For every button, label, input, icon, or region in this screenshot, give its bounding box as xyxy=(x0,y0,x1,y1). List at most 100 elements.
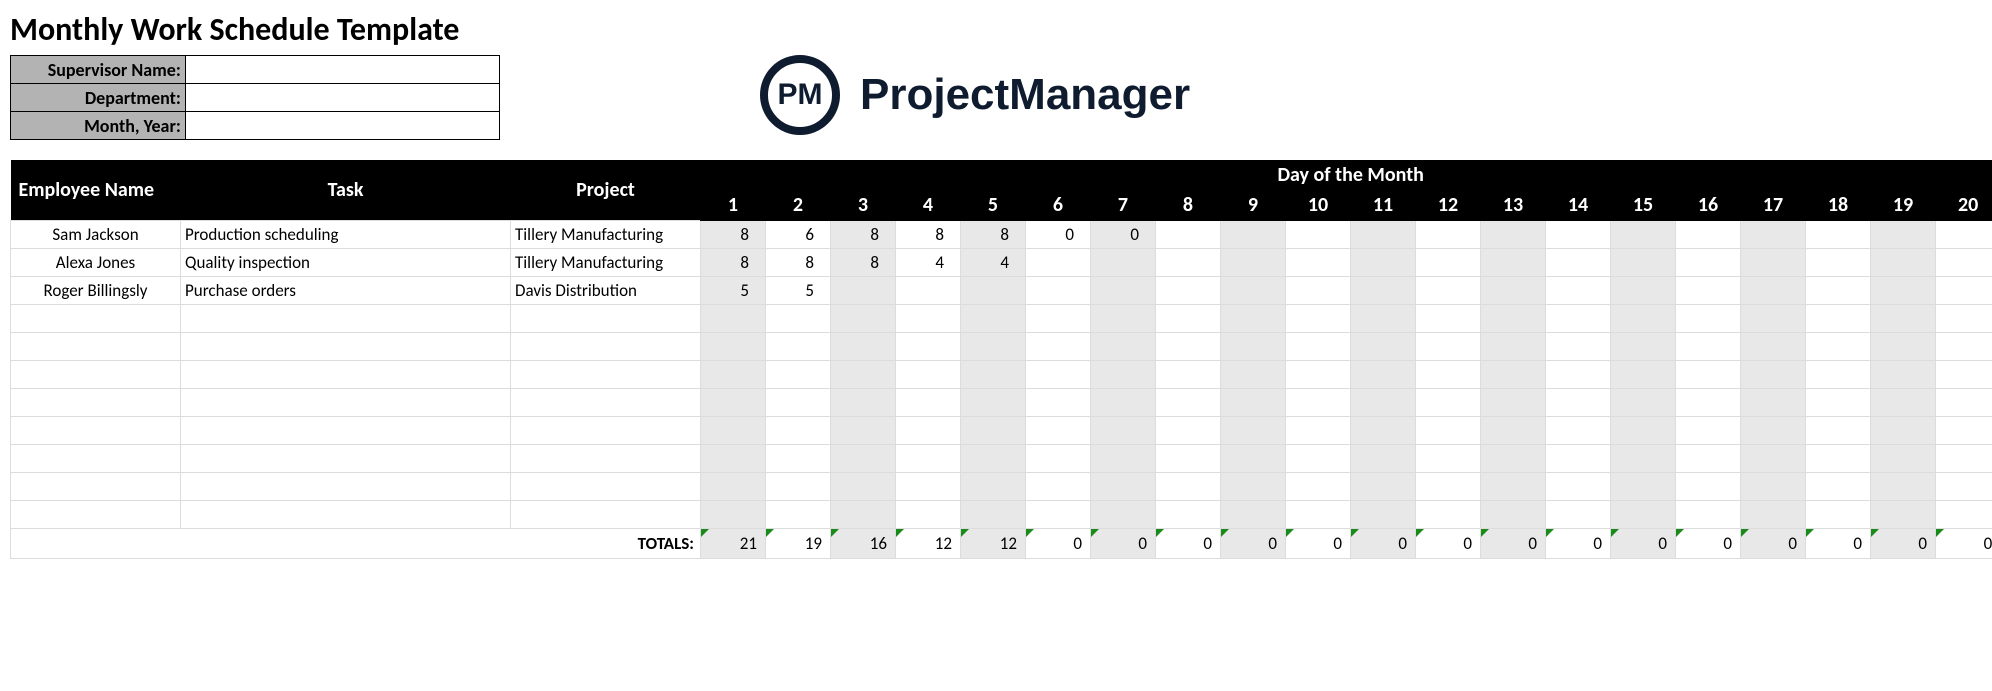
day-input[interactable] xyxy=(1222,306,1277,331)
day-cell[interactable] xyxy=(1936,220,1992,248)
day-cell[interactable] xyxy=(1806,416,1871,444)
task-input[interactable] xyxy=(185,390,509,415)
day-cell[interactable] xyxy=(701,304,766,332)
day-input[interactable] xyxy=(1612,306,1667,331)
day-input[interactable] xyxy=(1482,334,1537,359)
day-cell[interactable] xyxy=(1481,444,1546,472)
day-cell[interactable] xyxy=(896,248,961,276)
department-input[interactable] xyxy=(190,86,495,109)
day-input[interactable] xyxy=(1807,306,1862,331)
day-input[interactable] xyxy=(1157,306,1212,331)
day-input[interactable] xyxy=(1547,474,1602,499)
day-cell[interactable] xyxy=(1481,220,1546,248)
employee-input[interactable] xyxy=(12,334,179,359)
day-input[interactable] xyxy=(1742,502,1797,527)
day-input[interactable] xyxy=(1287,222,1342,247)
project-input[interactable] xyxy=(515,390,699,415)
project-input[interactable] xyxy=(515,502,699,527)
day-input[interactable] xyxy=(1352,250,1407,275)
day-input[interactable] xyxy=(1027,334,1082,359)
day-cell[interactable] xyxy=(1936,276,1992,304)
day-cell[interactable] xyxy=(1546,360,1611,388)
day-cell[interactable] xyxy=(896,332,961,360)
day-input[interactable] xyxy=(1937,362,1992,387)
project-cell[interactable] xyxy=(511,500,701,528)
day-cell[interactable] xyxy=(1481,332,1546,360)
day-cell[interactable] xyxy=(1936,304,1992,332)
day-input[interactable] xyxy=(1547,334,1602,359)
day-input[interactable] xyxy=(1222,390,1277,415)
task-input[interactable] xyxy=(185,222,509,247)
day-input[interactable] xyxy=(1482,390,1537,415)
day-cell[interactable] xyxy=(1091,444,1156,472)
day-input[interactable] xyxy=(1482,474,1537,499)
day-input[interactable] xyxy=(1157,334,1212,359)
day-input[interactable] xyxy=(1027,474,1082,499)
day-cell[interactable] xyxy=(1091,416,1156,444)
day-cell[interactable] xyxy=(1481,388,1546,416)
day-input[interactable] xyxy=(1027,222,1082,247)
day-cell[interactable] xyxy=(1221,276,1286,304)
task-cell[interactable] xyxy=(181,304,511,332)
day-input[interactable] xyxy=(832,446,887,471)
day-input[interactable] xyxy=(1222,278,1277,303)
day-cell[interactable] xyxy=(701,444,766,472)
day-input[interactable] xyxy=(962,502,1017,527)
day-input[interactable] xyxy=(1092,334,1147,359)
day-cell[interactable] xyxy=(961,388,1026,416)
day-input[interactable] xyxy=(1092,390,1147,415)
day-input[interactable] xyxy=(1157,250,1212,275)
day-input[interactable] xyxy=(897,334,952,359)
day-cell[interactable] xyxy=(1351,472,1416,500)
day-cell[interactable] xyxy=(1546,388,1611,416)
day-cell[interactable] xyxy=(1741,304,1806,332)
task-cell[interactable] xyxy=(181,276,511,304)
task-input[interactable] xyxy=(185,250,509,275)
day-cell[interactable] xyxy=(1611,500,1676,528)
day-cell[interactable] xyxy=(1546,276,1611,304)
day-input[interactable] xyxy=(1677,306,1732,331)
day-input[interactable] xyxy=(962,474,1017,499)
day-cell[interactable] xyxy=(766,360,831,388)
day-cell[interactable] xyxy=(1156,360,1221,388)
day-input[interactable] xyxy=(1417,222,1472,247)
day-cell[interactable] xyxy=(1286,332,1351,360)
employee-cell[interactable] xyxy=(11,304,181,332)
day-input[interactable] xyxy=(1677,278,1732,303)
day-cell[interactable] xyxy=(961,472,1026,500)
day-input[interactable] xyxy=(1937,278,1992,303)
day-input[interactable] xyxy=(962,306,1017,331)
day-cell[interactable] xyxy=(1481,360,1546,388)
day-input[interactable] xyxy=(767,418,822,443)
day-cell[interactable] xyxy=(1221,416,1286,444)
task-input[interactable] xyxy=(185,502,509,527)
day-cell[interactable] xyxy=(1351,248,1416,276)
day-input[interactable] xyxy=(1937,222,1992,247)
day-cell[interactable] xyxy=(1676,388,1741,416)
day-cell[interactable] xyxy=(1026,444,1091,472)
day-cell[interactable] xyxy=(1546,304,1611,332)
day-input[interactable] xyxy=(1547,222,1602,247)
day-cell[interactable] xyxy=(1871,304,1936,332)
day-input[interactable] xyxy=(1027,362,1082,387)
task-cell[interactable] xyxy=(181,500,511,528)
project-cell[interactable] xyxy=(511,388,701,416)
day-input[interactable] xyxy=(1287,418,1342,443)
day-input[interactable] xyxy=(1937,446,1992,471)
day-cell[interactable] xyxy=(831,388,896,416)
day-input[interactable] xyxy=(1612,502,1667,527)
day-cell[interactable] xyxy=(1806,444,1871,472)
day-input[interactable] xyxy=(1807,334,1862,359)
day-input[interactable] xyxy=(1807,222,1862,247)
day-input[interactable] xyxy=(1872,222,1927,247)
day-cell[interactable] xyxy=(1286,416,1351,444)
task-input[interactable] xyxy=(185,334,509,359)
day-input[interactable] xyxy=(702,250,757,275)
day-input[interactable] xyxy=(1872,306,1927,331)
day-input[interactable] xyxy=(702,334,757,359)
day-cell[interactable] xyxy=(1806,332,1871,360)
day-input[interactable] xyxy=(1092,418,1147,443)
day-input[interactable] xyxy=(702,278,757,303)
day-cell[interactable] xyxy=(1416,444,1481,472)
day-cell[interactable] xyxy=(1936,360,1992,388)
